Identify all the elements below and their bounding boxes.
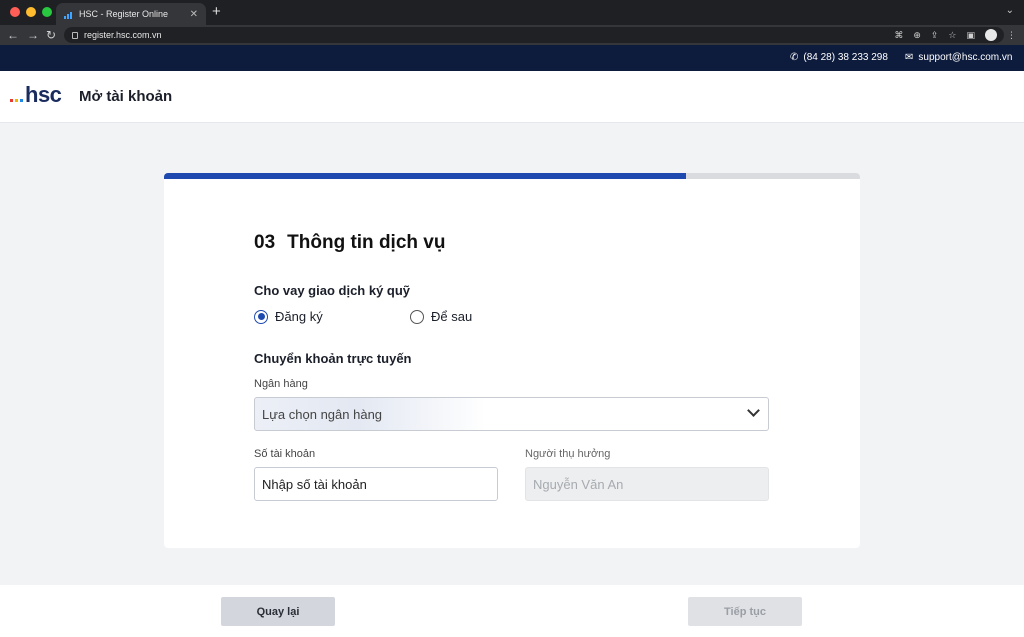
logo-dots-icon bbox=[10, 99, 23, 102]
menu-kebab-icon[interactable]: ⋮ bbox=[1007, 30, 1016, 41]
margin-lending-label: Cho vay giao dịch ký quỹ bbox=[254, 283, 411, 298]
hsc-logo[interactable]: hsc bbox=[10, 82, 62, 107]
favicon-icon bbox=[64, 10, 73, 19]
email-address: support@hsc.com.vn bbox=[918, 52, 1013, 63]
profile-avatar-icon[interactable] bbox=[985, 29, 997, 41]
phone-icon: ✆ bbox=[790, 52, 799, 63]
bank-select-placeholder: Lựa chọn ngân hàng bbox=[262, 406, 383, 422]
radio-checked-icon[interactable] bbox=[254, 309, 268, 324]
phone-contact[interactable]: ✆ (84 28) 38 233 298 bbox=[790, 52, 888, 63]
address-bar[interactable]: register.hsc.com.vn bbox=[64, 27, 1004, 43]
beneficiary-input bbox=[525, 467, 769, 501]
sidebar-icon[interactable]: ▣ bbox=[966, 30, 975, 41]
online-transfer-label: Chuyển khoản trực tuyến bbox=[254, 351, 412, 366]
toolbar-icons: ⌘ ⊕ ⇪ ☆ ▣ ⋮ bbox=[894, 27, 1016, 43]
reload-icon[interactable]: ↻ bbox=[46, 27, 56, 43]
bank-label: Ngân hàng bbox=[254, 378, 308, 390]
close-window-button[interactable] bbox=[10, 7, 20, 17]
share-icon[interactable]: ⇪ bbox=[931, 30, 939, 41]
email-contact[interactable]: ✉ support@hsc.com.vn bbox=[905, 52, 1012, 63]
browser-toolbar: ← → ↻ register.hsc.com.vn ⌘ ⊕ ⇪ ☆ ▣ ⋮ bbox=[0, 25, 1024, 45]
tab-search-chevron-icon[interactable]: ⌄ bbox=[1006, 5, 1014, 16]
contact-bar: ✆ (84 28) 38 233 298 ✉ support@hsc.com.v… bbox=[0, 45, 1024, 71]
step-title: Thông tin dịch vụ bbox=[287, 232, 446, 253]
browser-tab[interactable]: HSC - Register Online ✕ bbox=[56, 3, 206, 25]
back-button[interactable]: Quay lại bbox=[221, 597, 335, 626]
zoom-icon[interactable]: ⊕ bbox=[913, 30, 921, 41]
site-header: hsc Mở tài khoản bbox=[0, 71, 1024, 123]
lock-icon bbox=[72, 31, 78, 39]
radio-later[interactable]: Để sau bbox=[410, 309, 566, 324]
page-title: Mở tài khoản bbox=[79, 88, 173, 105]
registration-card: 03 Thông tin dịch vụ Cho vay giao dịch k… bbox=[164, 173, 860, 548]
browser-tab-bar: HSC - Register Online ✕ + ⌄ bbox=[0, 0, 1024, 25]
step-number: 03 bbox=[254, 232, 276, 253]
progress-bar bbox=[164, 173, 860, 179]
account-number-label: Số tài khoản bbox=[254, 448, 316, 460]
maximize-window-button[interactable] bbox=[42, 7, 52, 17]
margin-lending-radio-group: Đăng ký Để sau bbox=[254, 309, 566, 324]
forward-arrow-icon[interactable]: → bbox=[27, 27, 39, 43]
bank-select[interactable]: Lựa chọn ngân hàng bbox=[254, 397, 769, 431]
tab-title: HSC - Register Online bbox=[79, 9, 169, 19]
radio-register[interactable]: Đăng ký bbox=[254, 309, 410, 324]
window-controls bbox=[10, 7, 52, 17]
bookmark-star-icon[interactable]: ☆ bbox=[948, 30, 956, 41]
back-arrow-icon[interactable]: ← bbox=[7, 27, 19, 43]
continue-button[interactable]: Tiếp tục bbox=[688, 597, 802, 626]
step-heading: 03 Thông tin dịch vụ bbox=[254, 232, 445, 254]
tab-close-icon[interactable]: ✕ bbox=[190, 9, 198, 20]
new-tab-button[interactable]: + bbox=[212, 4, 221, 20]
beneficiary-label: Người thụ hưởng bbox=[525, 448, 611, 460]
account-number-input[interactable] bbox=[254, 467, 498, 501]
chevron-down-icon[interactable] bbox=[747, 404, 760, 417]
translate-icon[interactable]: ⌘ bbox=[894, 30, 903, 41]
radio-later-label: Để sau bbox=[431, 309, 473, 324]
form-footer: Quay lại Tiếp tục bbox=[0, 585, 1024, 637]
mail-icon: ✉ bbox=[905, 52, 914, 63]
radio-unchecked-icon[interactable] bbox=[410, 309, 424, 324]
radio-register-label: Đăng ký bbox=[275, 309, 323, 324]
progress-bar-fill bbox=[164, 173, 686, 179]
logo-text: hsc bbox=[25, 82, 62, 107]
phone-number: (84 28) 38 233 298 bbox=[803, 52, 888, 63]
url-text: register.hsc.com.vn bbox=[84, 30, 162, 40]
minimize-window-button[interactable] bbox=[26, 7, 36, 17]
